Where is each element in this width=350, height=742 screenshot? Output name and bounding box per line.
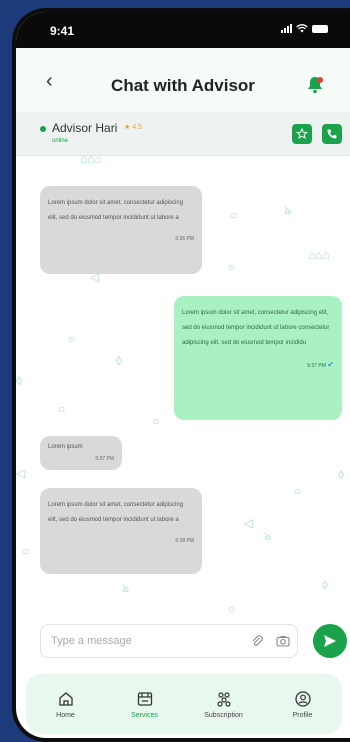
tab-label: Subscription: [204, 711, 243, 719]
status-time: 9:41: [50, 24, 75, 38]
camera-icon[interactable]: [276, 634, 290, 648]
tab-label: Profile: [292, 711, 313, 719]
message-bubble-incoming[interactable]: Lorem ipsum dolor sit amet, consectetur …: [40, 488, 202, 574]
message-time: 5:38 PM: [175, 538, 194, 544]
advisor-name: Advisor Hari: [52, 121, 118, 135]
doodle-decoration: ◊: [116, 354, 122, 368]
advisor-rating: ★ 4.5: [124, 124, 142, 131]
doodle-decoration: ◁: [244, 516, 254, 530]
doodle-decoration: ○: [68, 332, 76, 346]
star-icon: [296, 128, 308, 140]
doodle-decoration: ঌ: [284, 203, 292, 217]
doodle-decoration: ○: [230, 208, 238, 222]
message-text: Lorem ipsum dolor sit amet, consectetur …: [48, 200, 184, 221]
advisor-bar: Advisor Hari ★ 4.5 online: [16, 112, 350, 156]
paperclip-icon[interactable]: [250, 634, 264, 648]
doodle-decoration: ○: [228, 602, 236, 616]
status-icons: [281, 24, 328, 33]
message-bubble-outgoing[interactable]: Lorem ipsum dolor sit amet, consectetur …: [174, 296, 342, 420]
send-icon: [324, 635, 336, 647]
phone-frame: 9:41 ‹ Chat with Advisor Advisor Hari ★ …: [12, 8, 350, 742]
doodle-decoration: ○: [58, 402, 66, 416]
status-bar: 9:41: [16, 12, 350, 48]
bottom-nav: Home Services Subscription Profile: [26, 674, 342, 734]
message-composer: [16, 616, 350, 666]
home-icon: [58, 691, 73, 706]
services-icon: [137, 691, 152, 706]
doodle-decoration: ○: [294, 484, 302, 498]
subscription-icon: [216, 691, 231, 707]
doodle-decoration: ◁: [16, 466, 26, 480]
doodle-decoration: ○: [228, 260, 236, 274]
tab-profile[interactable]: Profile: [271, 690, 335, 719]
battery-icon: [312, 24, 328, 33]
message-time: 5:37 PM: [95, 456, 114, 462]
doodle-decoration: ○: [152, 414, 160, 428]
message-time: 5:37 PM ✔: [182, 357, 334, 374]
online-indicator: [40, 126, 46, 132]
doodle-decoration: ⌂⌂⌂: [80, 156, 102, 166]
message-bubble-incoming[interactable]: Lorem ipsum dolor sit amet, consectetur …: [40, 186, 202, 274]
tab-home[interactable]: Home: [34, 690, 98, 719]
advisor-status: online: [52, 138, 69, 144]
double-check-icon: ✔: [327, 360, 334, 369]
message-text: Lorem ipsum dolor sit amet, consectetur …: [182, 310, 330, 346]
message-bubble-incoming[interactable]: Lorem ipsum 5:37 PM: [40, 436, 122, 470]
rating-value: 4.5: [132, 124, 142, 131]
doodle-decoration: ◊: [322, 578, 328, 592]
wifi-icon: [296, 24, 308, 33]
message-time-text: 5:37 PM: [307, 363, 326, 369]
signal-icon: [281, 24, 292, 33]
tab-services[interactable]: Services: [113, 690, 177, 719]
message-text: Lorem ipsum: [48, 444, 83, 450]
doodle-decoration: ⌂⌂⌂: [308, 248, 330, 262]
doodle-decoration: ◊: [16, 374, 22, 388]
message-text: Lorem ipsum dolor sit amet, consectetur …: [48, 502, 184, 523]
message-list[interactable]: ⌂⌂⌂ ○ ঌ ⌂⌂⌂ ○ ◁ ○ ◊ ◊ ○ ○ ◁ ○ ◊ ◁ ঌ ○ ঌ …: [16, 156, 350, 616]
send-button[interactable]: [313, 624, 347, 658]
doodle-decoration: ◊: [338, 468, 344, 482]
profile-icon: [294, 690, 311, 707]
phone-icon: [327, 129, 337, 139]
page-title: Chat with Advisor: [111, 76, 255, 95]
tab-label: Home: [56, 711, 75, 719]
message-time: 5:36 PM: [175, 236, 194, 242]
tab-label: Services: [131, 711, 158, 719]
chat-header: ‹ Chat with Advisor: [16, 48, 350, 112]
notification-bell-icon[interactable]: [304, 74, 326, 96]
call-button[interactable]: [322, 124, 342, 144]
doodle-decoration: ঌ: [264, 529, 272, 543]
doodle-decoration: ○: [22, 544, 30, 558]
tab-subscription[interactable]: Subscription: [192, 690, 256, 719]
favorite-button[interactable]: [292, 124, 312, 144]
doodle-decoration: ঌ: [122, 581, 130, 595]
